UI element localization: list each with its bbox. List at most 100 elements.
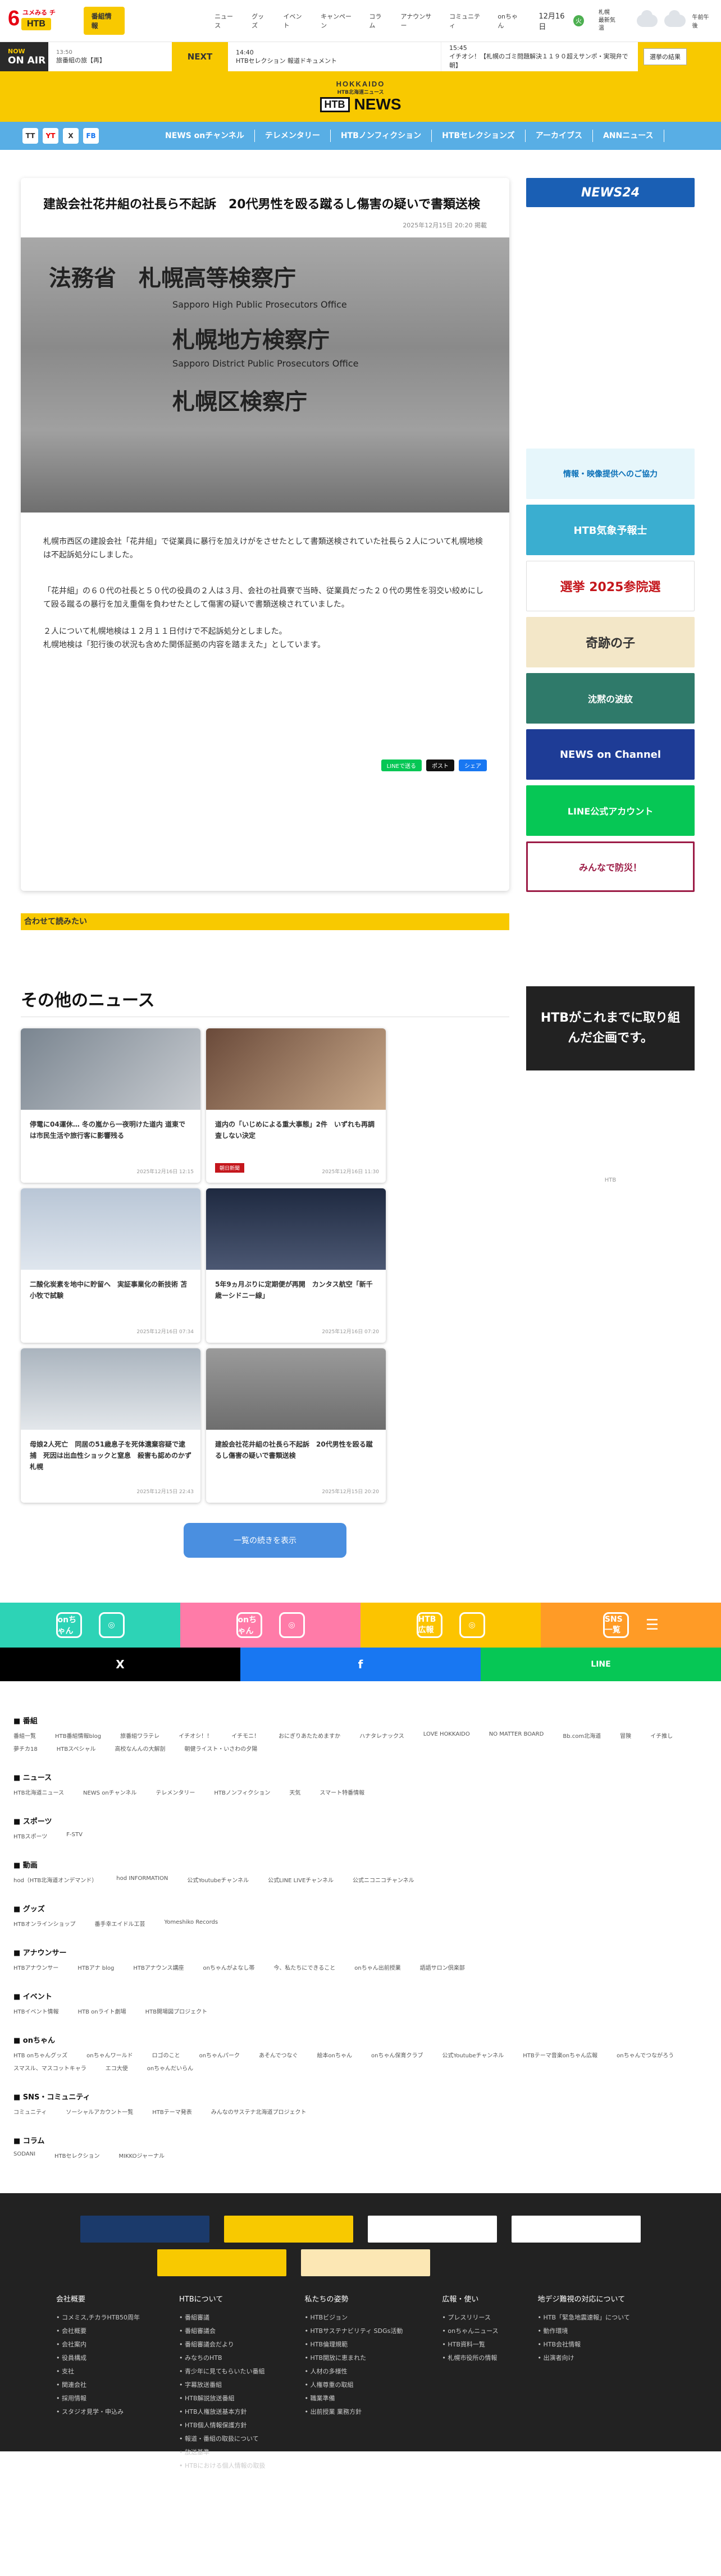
footer-link[interactable]: • HTBにおける個人情報の取扱 — [179, 2459, 266, 2473]
facebook-share-button[interactable]: シェア — [459, 759, 487, 771]
sitemap-link[interactable]: スマート特番情報 — [320, 1788, 364, 1796]
footer-link[interactable]: • 採用情報 — [56, 2392, 140, 2405]
program-info-button[interactable]: 番組情報 — [83, 7, 125, 35]
footer-link[interactable]: • HTB人権放送基本方針 — [179, 2405, 266, 2419]
footer-link[interactable]: • コメミス,チカラHTB50周年 — [56, 2311, 140, 2325]
line-account-banner[interactable]: LINE公式アカウント — [526, 785, 695, 836]
news-card[interactable]: 道内の「いじめによる重大事態」2件 いずれも再調査しない決定 朝日新聞 2025年1… — [206, 1028, 386, 1183]
sitemap-link[interactable]: 夢チカ18 — [13, 1744, 38, 1753]
sitemap-link[interactable]: 旅番組ワラテレ — [120, 1731, 159, 1740]
sitemap-link[interactable]: 公式ニコニコチャンネル — [353, 1875, 414, 1884]
sitemap-link[interactable]: HTBスペシャル — [57, 1744, 96, 1753]
facebook-icon[interactable]: FB — [83, 128, 99, 144]
footer-link[interactable]: • HTB個人情報保護方針 — [179, 2419, 266, 2432]
weather-forecaster-banner[interactable]: HTB気象予報士 — [526, 505, 695, 555]
line-share-button[interactable]: LINE — [481, 1648, 721, 1681]
sitemap-link[interactable]: 今、私たちにできること — [273, 1963, 335, 1971]
sitemap-link[interactable]: スマスル、マスコットキャラ — [13, 2063, 86, 2072]
kiseki-banner[interactable]: 奇跡の子 — [526, 617, 695, 667]
sitemap-link[interactable]: おにぎりあたためますか — [279, 1731, 340, 1740]
sitemap-link[interactable]: 高校なんんの大解剖 — [115, 1744, 166, 1753]
footer-link[interactable]: • 報道・番組の取扱について — [179, 2432, 266, 2446]
sitemap-link[interactable]: SODANI — [13, 2151, 35, 2159]
nav-goods[interactable]: グッズ — [252, 12, 268, 30]
info-provide-banner[interactable]: 情報・映像提供へのご協力 — [526, 449, 695, 499]
nav-news[interactable]: ニュース — [215, 12, 237, 30]
footer-link[interactable]: • 人権尊重の取組 — [305, 2378, 403, 2392]
x-post-button[interactable]: ポスト — [426, 759, 454, 771]
nav-onchan[interactable]: onちゃん — [498, 12, 522, 30]
sitemap-link[interactable]: 公式LINE LIVEチャンネル — [268, 1875, 334, 1884]
sitemap-link[interactable]: onちゃんがよなし帯 — [203, 1963, 254, 1971]
sitemap-link[interactable]: HTB番組情報blog — [55, 1731, 101, 1740]
footer-link[interactable]: • 動作環境 — [538, 2325, 630, 2338]
sitemap-link[interactable]: 番手幸エイドル工芸 — [95, 1919, 145, 1928]
sitemap-link[interactable]: コミュニティ — [13, 2107, 47, 2116]
footer-link[interactable]: • HTB倫理規範 — [305, 2338, 403, 2351]
sitemap-link[interactable]: ハナタレナックス — [359, 1731, 404, 1740]
sitemap-link[interactable]: 語語サロン倶楽部 — [420, 1963, 465, 1971]
info-program[interactable]: 15:45 イチオシ！【札幌のゴミ問題解決１１９０超えサンポ・実現弁で朝】 — [441, 42, 638, 71]
sitemap-link[interactable]: onちゃんワールド — [86, 2051, 133, 2059]
footer-link[interactable]: • みなちのHTB — [179, 2351, 266, 2365]
footer-link[interactable]: • HTB解説放送番組 — [179, 2392, 266, 2405]
footer-link[interactable]: • 番組審議 — [179, 2311, 266, 2325]
sitemap-link[interactable]: onちゃん保育クラブ — [371, 2051, 423, 2059]
news-card[interactable]: 建設会社花井組の社長ら不起訴 20代男性を殴る蹴るし傷害の疑いで書類送検 2025… — [206, 1348, 386, 1503]
sitemap-link[interactable]: 絵本onちゃん — [317, 2051, 352, 2059]
sitemap-link[interactable]: HTB開場図プロジェクト — [145, 2007, 208, 2015]
sns-list-tile[interactable]: SNS一覧 ☰ — [541, 1603, 721, 1648]
footer-link[interactable]: • 人材の多様性 — [305, 2365, 403, 2378]
sitemap-link[interactable]: ソーシャルアカウント一覧 — [66, 2107, 133, 2116]
sitemap-link[interactable]: HTBスポーツ — [13, 1832, 47, 1840]
footer-link[interactable]: • 会社案内 — [56, 2338, 140, 2351]
sitemap-link[interactable]: NEWS onチャンネル — [83, 1788, 136, 1796]
nav-campaign[interactable]: キャンペーン — [321, 12, 354, 30]
subnav-nonfiction[interactable]: HTBノンフィクション — [331, 130, 432, 142]
sitemap-link[interactable]: HTBテーマ発表 — [152, 2107, 192, 2116]
line-share-button[interactable]: LINEで送る — [381, 759, 422, 771]
sitemap-link[interactable]: 天気 — [289, 1788, 300, 1796]
sitemap-link[interactable]: HTBアナウンサー — [13, 1963, 58, 1971]
news-card[interactable]: 母娘2人死亡 同居の51歳息子を死体遺棄容疑で逮捕 死因は出血性ショックと窒息 … — [21, 1348, 200, 1503]
htb-logo[interactable]: 6ユメみる チカラHTB — [8, 4, 61, 37]
promo-banner[interactable]: HTBがこれまでに取り組んだ企画です。 — [526, 986, 695, 1070]
sitemap-link[interactable]: MIKKOジャーナル — [119, 2151, 165, 2159]
sitemap-link[interactable]: イチ推し — [650, 1731, 673, 1740]
sitemap-link[interactable]: エコ大使 — [106, 2063, 128, 2072]
nav-community[interactable]: コミュニティ — [449, 12, 483, 30]
sitemap-link[interactable]: 朝健ライスト・いさわの夕陽 — [185, 1744, 258, 1753]
sitemap-link[interactable]: onちゃんだいらん — [147, 2063, 193, 2072]
subnav-ann-news[interactable]: ANNニュース — [593, 130, 664, 142]
footer-link[interactable]: • 放送基準 — [179, 2446, 266, 2459]
subnav-selections[interactable]: HTBセレクションズ — [432, 130, 526, 142]
sitemap-link[interactable]: あそんでつなぐ — [259, 2051, 298, 2059]
footer-banner[interactable] — [157, 2249, 286, 2276]
x-icon[interactable]: X — [63, 128, 79, 144]
footer-link[interactable]: • 青少年に見てもらいたい番組 — [179, 2365, 266, 2378]
footer-banner[interactable] — [512, 2216, 641, 2243]
election-button[interactable]: 選挙の結果 — [644, 48, 687, 65]
footer-banner[interactable] — [80, 2216, 209, 2243]
footer-banner[interactable] — [301, 2249, 430, 2276]
news-card[interactable]: 5年9ヵ月ぶりに定期便が再開 カンタス航空「新千歳ーシドニー線」 2025年12月… — [206, 1188, 386, 1343]
subnav-news-on-channel[interactable]: NEWS onチャンネル — [155, 130, 255, 142]
htb-pr-tile[interactable]: HTB広報 ◎ — [360, 1603, 541, 1648]
location-info[interactable]: 札幌 最新気温 — [599, 9, 620, 33]
sitemap-link[interactable]: Bb.com北海道 — [563, 1731, 601, 1740]
footer-link[interactable]: • HTB資料一覧 — [442, 2338, 498, 2351]
footer-link[interactable]: • 字幕放送番組 — [179, 2378, 266, 2392]
sitemap-link[interactable]: HTB onライト劇場 — [78, 2007, 126, 2015]
x-share-button[interactable]: X — [0, 1648, 240, 1681]
nav-event[interactable]: イベント — [284, 12, 307, 30]
news24-banner[interactable]: NEWS24 — [526, 178, 695, 207]
sitemap-link[interactable]: HTBオンラインショップ — [13, 1919, 76, 1928]
sitemap-link[interactable]: 公式Youtubeチャンネル — [442, 2051, 504, 2059]
next-program[interactable]: 14:40 HTBセレクション 報道ドキュメント — [228, 42, 441, 71]
sitemap-link[interactable]: ロゴのこと — [152, 2051, 180, 2059]
sitemap-link[interactable]: みんなのサステナ北海道プロジェクト — [211, 2107, 307, 2116]
footer-link[interactable]: • 出前授業 業務方針 — [305, 2405, 403, 2419]
sitemap-link[interactable]: hod INFORMATION — [116, 1875, 168, 1884]
sitemap-link[interactable]: onちゃん出前授業 — [354, 1963, 400, 1971]
sitemap-link[interactable]: 冒険 — [620, 1731, 631, 1740]
